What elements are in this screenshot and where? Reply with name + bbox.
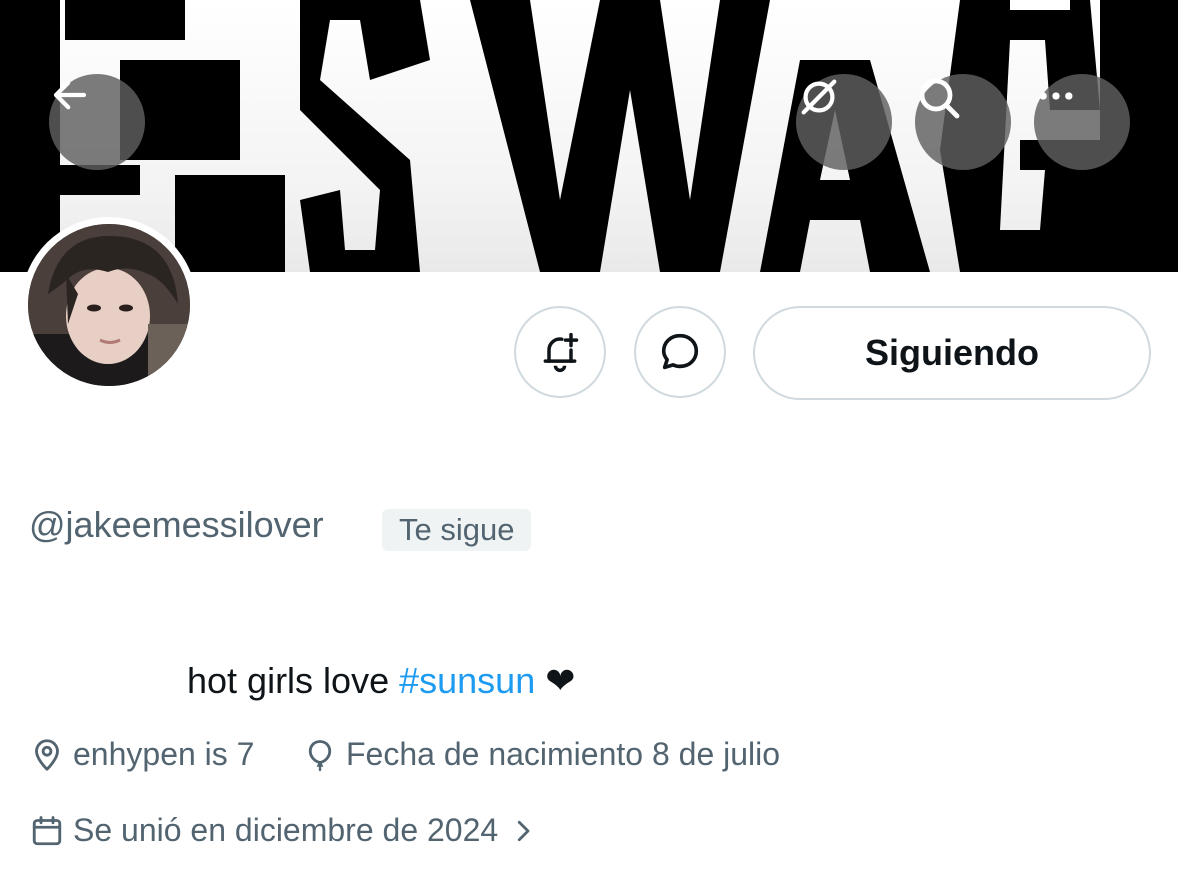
location-text: enhypen is 7 bbox=[73, 736, 255, 772]
profile-banner[interactable] bbox=[0, 0, 1178, 272]
bio-text: hot girls love bbox=[187, 660, 400, 701]
arrow-left-icon bbox=[53, 80, 87, 110]
grok-icon bbox=[801, 79, 837, 115]
more-button[interactable] bbox=[1034, 74, 1130, 170]
bio-heart-emoji: ❤ bbox=[535, 660, 576, 701]
chevron-right-icon bbox=[518, 820, 530, 841]
bell-plus-icon bbox=[543, 332, 579, 373]
search-button[interactable] bbox=[915, 74, 1011, 170]
message-bubble-icon bbox=[661, 333, 699, 370]
more-horizontal-icon bbox=[1039, 92, 1073, 100]
profile-bio: hot girls love #sunsun ❤ bbox=[187, 660, 575, 702]
avatar-portrait bbox=[28, 224, 190, 386]
follows-you-badge: Te sigue bbox=[382, 509, 532, 551]
location-pin-icon bbox=[35, 738, 59, 771]
back-button[interactable] bbox=[49, 74, 145, 170]
notify-button[interactable] bbox=[514, 306, 606, 398]
bio-hashtag-link[interactable]: #sunsun bbox=[399, 660, 535, 701]
message-button[interactable] bbox=[634, 306, 726, 398]
avatar-photo bbox=[28, 224, 190, 386]
joined-text: Se unió en diciembre de 2024 bbox=[73, 812, 499, 848]
profile-handle: @jakeemessilover bbox=[29, 504, 324, 545]
grok-button[interactable] bbox=[796, 74, 892, 170]
profile-birthday: Fecha de nacimiento 8 de julio bbox=[302, 736, 780, 773]
balloon-icon bbox=[308, 739, 332, 771]
profile-location: enhypen is 7 bbox=[29, 736, 254, 773]
following-button[interactable]: Siguiendo bbox=[753, 306, 1151, 400]
profile-joined[interactable]: Se unió en diciembre de 2024 bbox=[29, 812, 538, 849]
birthday-text: Fecha de nacimiento 8 de julio bbox=[346, 736, 781, 772]
profile-page: Siguiendo @jakeemessilover Te sigue hot … bbox=[0, 0, 1178, 882]
calendar-icon bbox=[32, 815, 62, 845]
profile-avatar[interactable] bbox=[21, 217, 197, 393]
search-icon bbox=[919, 78, 960, 119]
